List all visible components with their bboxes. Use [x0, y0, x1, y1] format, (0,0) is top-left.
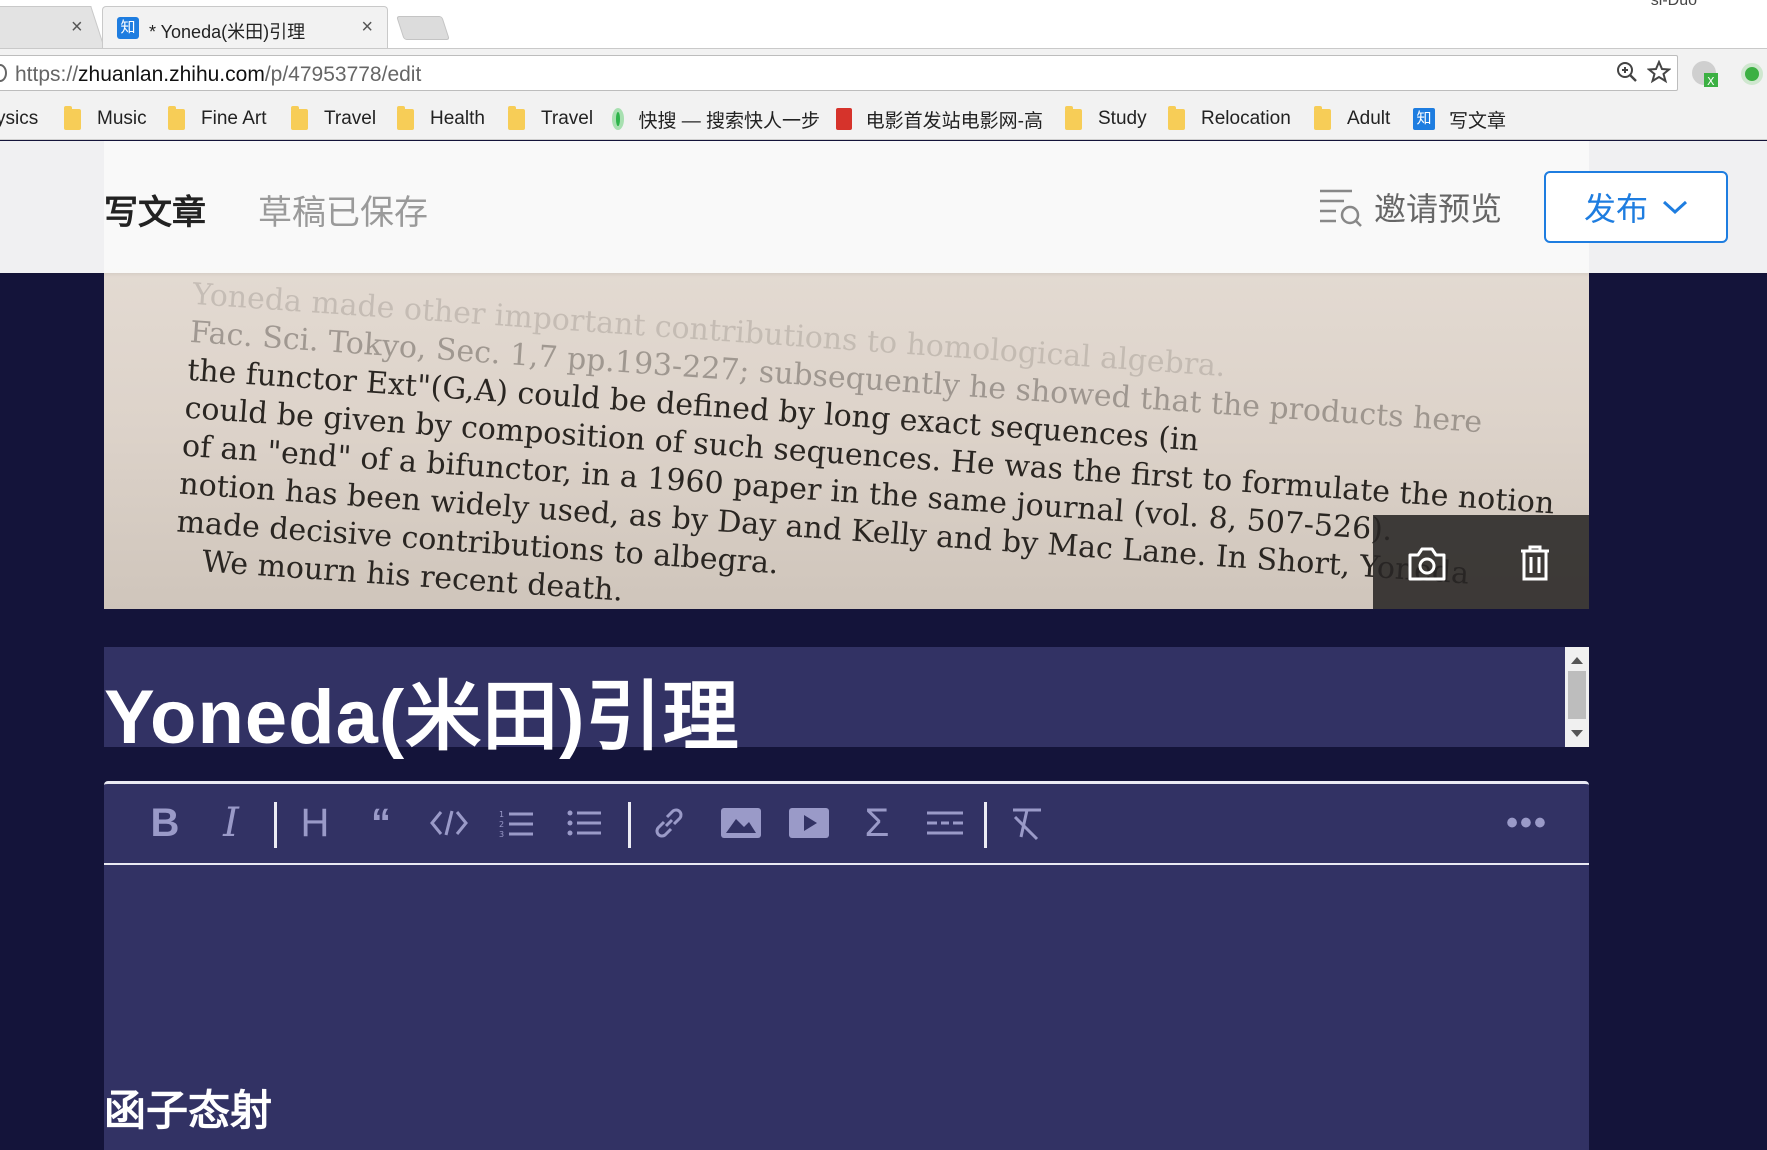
- draft-saved-status: 草稿已保存: [258, 194, 428, 232]
- svg-text:1: 1: [499, 810, 504, 819]
- bookmark-item[interactable]: Adult: [1314, 105, 1390, 132]
- toolbar-divider: [274, 802, 277, 848]
- svg-text:X: X: [1707, 75, 1715, 88]
- bookmark-item[interactable]: Study: [1065, 105, 1147, 132]
- toolbar-divider: [628, 802, 631, 848]
- tab-title: * Yoneda(米田)引理: [149, 22, 306, 42]
- url-text[interactable]: https://zhuanlan.zhihu.com/p/47953778/ed…: [15, 63, 421, 87]
- site-info-icon[interactable]: [0, 64, 7, 82]
- formula-icon[interactable]: Σ: [852, 798, 902, 848]
- link-icon[interactable]: [644, 798, 694, 848]
- editor-toolbar: B I H “ 123 Σ •••: [104, 781, 1589, 865]
- tab-close-icon[interactable]: ×: [361, 17, 373, 37]
- bookmark-item[interactable]: Relocation: [1168, 105, 1291, 132]
- browser-tabbar: × 知 * Yoneda(米田)引理 × si-Duo: [0, 0, 1767, 48]
- zoom-icon[interactable]: [1615, 60, 1639, 90]
- browser-tab-active[interactable]: 知 * Yoneda(米田)引理 ×: [102, 6, 388, 48]
- title-scrollbar[interactable]: [1565, 647, 1589, 747]
- new-tab-button[interactable]: [396, 16, 450, 40]
- profile-name[interactable]: si-Duo: [1651, 0, 1697, 10]
- bookmark-item[interactable]: Travel: [508, 105, 593, 132]
- bookmark-item[interactable]: Health: [397, 105, 485, 132]
- movie-site-icon: [836, 108, 852, 130]
- editor-content[interactable]: 函子态射: [104, 865, 1589, 1150]
- bookmark-item[interactable]: 快搜 — 搜索快人一步: [612, 106, 820, 132]
- article-title[interactable]: Yoneda(米田)引理: [104, 655, 739, 765]
- address-bar-row: https://zhuanlan.zhihu.com/p/47953778/ed…: [0, 48, 1767, 96]
- scroll-thumb[interactable]: [1568, 671, 1586, 719]
- editor-header: 写文章 草稿已保存 邀请预览 发布: [0, 141, 1767, 273]
- unordered-list-icon[interactable]: [560, 798, 610, 848]
- code-icon[interactable]: [424, 798, 474, 848]
- clear-format-icon[interactable]: [1002, 798, 1052, 848]
- ordered-list-icon[interactable]: 123: [492, 798, 542, 848]
- title-input[interactable]: Yoneda(米田)引理: [104, 647, 1589, 760]
- more-icon[interactable]: •••: [1502, 798, 1552, 848]
- scroll-down-icon[interactable]: [1571, 730, 1583, 737]
- invite-preview-button[interactable]: 邀请预览: [1318, 185, 1502, 229]
- cover-image-tools: [1373, 515, 1589, 609]
- bookmark-item[interactable]: 电影首发站电影网-高: [836, 106, 1043, 132]
- folder-icon: [508, 105, 525, 130]
- bookmark-item[interactable]: Fine Art: [168, 105, 266, 132]
- extension-status-icon[interactable]: [1741, 63, 1763, 85]
- folder-icon: [291, 105, 308, 130]
- video-icon[interactable]: [784, 798, 834, 848]
- bold-icon[interactable]: B: [140, 798, 190, 848]
- folder-icon: [397, 105, 414, 130]
- content-heading[interactable]: 函子态射: [104, 1077, 272, 1138]
- kuaisou-icon: [612, 108, 625, 130]
- tab-close-icon[interactable]: ×: [71, 16, 83, 38]
- scroll-up-icon[interactable]: [1571, 657, 1583, 664]
- folder-icon: [64, 105, 81, 130]
- folder-icon: [1168, 105, 1185, 130]
- bookmark-item[interactable]: ysics: [0, 106, 38, 132]
- omnibox[interactable]: https://zhuanlan.zhihu.com/p/47953778/ed…: [0, 55, 1678, 91]
- folder-icon: [1314, 105, 1331, 130]
- divider-icon[interactable]: [920, 798, 970, 848]
- zhihu-icon: 知: [1413, 108, 1435, 130]
- toolbar-divider: [984, 802, 987, 848]
- camera-icon[interactable]: [1405, 541, 1449, 585]
- bookmark-item[interactable]: 知写文章: [1413, 106, 1506, 132]
- bookmark-star-icon[interactable]: [1646, 59, 1672, 90]
- chevron-down-icon: [1662, 200, 1688, 215]
- publish-button[interactable]: 发布: [1544, 171, 1728, 243]
- cover-image-text: Yoneda made other important contribution…: [175, 276, 1556, 609]
- bookmarks-bar: ysics Music Fine Art Travel Health Trave…: [0, 96, 1767, 140]
- preview-list-search-icon: [1320, 189, 1362, 227]
- italic-icon[interactable]: I: [206, 798, 256, 848]
- folder-icon: [168, 105, 185, 130]
- svg-text:3: 3: [499, 830, 504, 838]
- bookmark-item[interactable]: Travel: [291, 105, 376, 132]
- heading-icon[interactable]: H: [290, 798, 340, 848]
- browser-tab-previous[interactable]: ×: [0, 6, 105, 48]
- svg-text:2: 2: [499, 820, 504, 829]
- folder-icon: [1065, 105, 1082, 130]
- quote-icon[interactable]: “: [356, 798, 406, 848]
- extension-globe-icon[interactable]: X: [1692, 61, 1718, 88]
- write-article-label: 写文章: [104, 194, 206, 232]
- editor-page: Yoneda made other important contribution…: [0, 141, 1767, 1150]
- zhihu-favicon-icon: 知: [117, 17, 139, 39]
- trash-icon[interactable]: [1513, 541, 1557, 585]
- image-icon[interactable]: [716, 798, 766, 848]
- bookmark-item[interactable]: Music: [64, 105, 147, 132]
